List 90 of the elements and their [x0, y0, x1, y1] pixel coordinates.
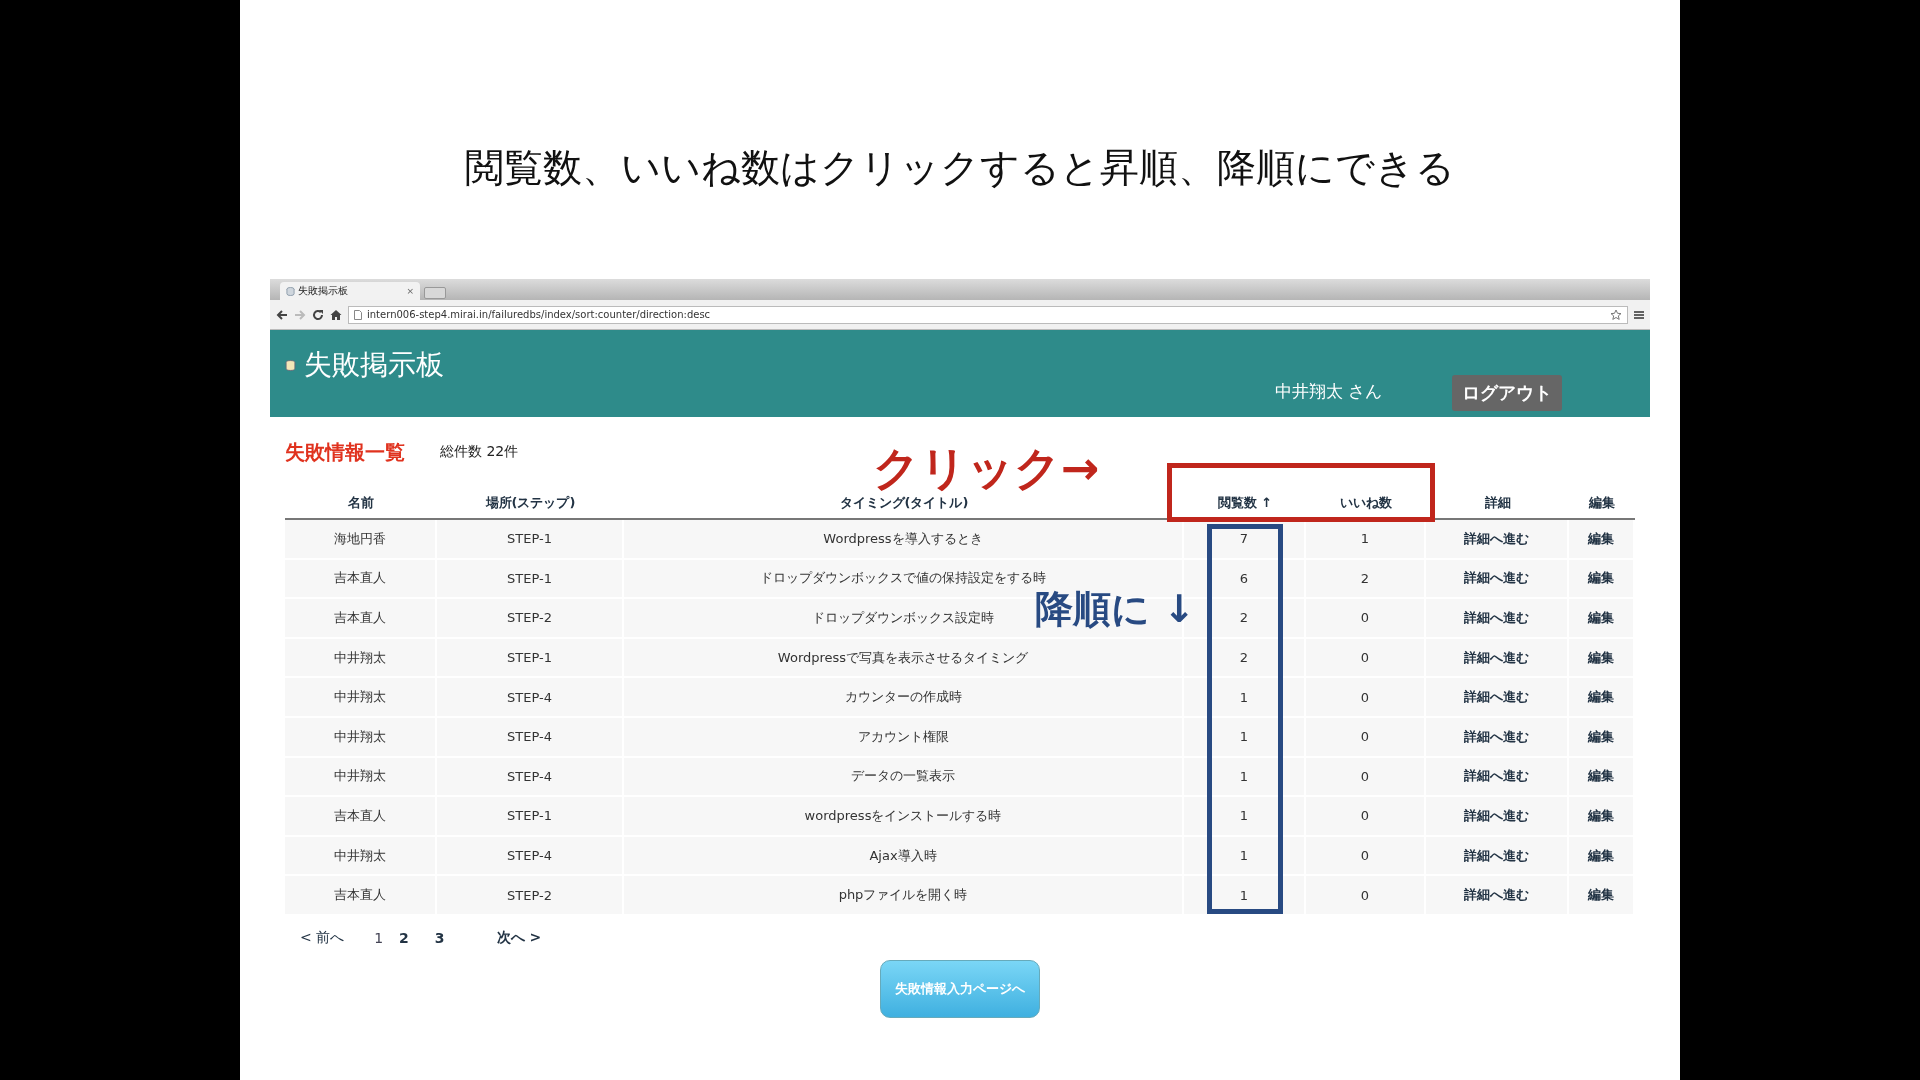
- page-link[interactable]: 2: [399, 929, 409, 946]
- table-cell: 中井翔太: [285, 678, 437, 718]
- page-icon: [354, 309, 362, 320]
- table-cell: STEP-2: [437, 876, 624, 916]
- url-text: intern006-step4.mirai.in/failuredbs/index/sort:counter/direction:desc: [367, 309, 712, 320]
- table-cell: 0: [1306, 836, 1426, 877]
- home-icon[interactable]: [330, 308, 342, 321]
- detail-link[interactable]: 詳細へ進む: [1426, 559, 1569, 600]
- detail-link[interactable]: 詳細へ進む: [1426, 876, 1569, 916]
- table-cell: phpファイルを開く時: [624, 876, 1184, 916]
- table-cell: 0: [1306, 638, 1426, 679]
- tab-close-button[interactable]: ×: [406, 286, 414, 296]
- column-header: 名前: [347, 493, 375, 512]
- table-cell: Wordpressを導入するとき: [624, 520, 1184, 560]
- detail-link[interactable]: 詳細へ進む: [1426, 757, 1569, 798]
- list-heading: 失敗情報一覧: [285, 438, 405, 466]
- table-cell: 0: [1306, 599, 1426, 639]
- detail-link[interactable]: 詳細へ進む: [1426, 638, 1569, 679]
- next-link[interactable]: 次へ >: [496, 928, 542, 947]
- detail-link[interactable]: 詳細へ進む: [1426, 717, 1569, 758]
- column-header: タイミング(タイトル): [838, 493, 970, 512]
- total-count: 総件数 22件: [440, 443, 519, 461]
- table-cell: 1: [1184, 678, 1306, 718]
- table-cell: STEP-4: [437, 757, 624, 798]
- table-cell: Ajax導入時: [624, 836, 1184, 877]
- table-cell: Wordpressで写真を表示させるタイミング: [624, 638, 1184, 679]
- address-field[interactable]: intern006-step4.mirai.in/failuredbs/index/sort:counter/direction:desc: [348, 305, 1628, 324]
- edit-link[interactable]: 編集: [1569, 599, 1635, 639]
- table-cell: 海地円香: [285, 520, 437, 560]
- site-title: 失敗掲示板: [304, 347, 444, 383]
- table-cell: wordpressをインストールする時: [624, 797, 1184, 837]
- edit-link[interactable]: 編集: [1569, 678, 1635, 718]
- click-annotation: クリック→: [873, 440, 1100, 496]
- table-cell: STEP-1: [437, 797, 624, 837]
- table-cell: 中井翔太: [285, 757, 437, 798]
- column-header[interactable]: いいね数: [1306, 487, 1426, 518]
- table-cell: 0: [1306, 717, 1426, 758]
- table-cell: STEP-4: [437, 836, 624, 877]
- prev-link[interactable]: < 前へ: [300, 928, 345, 947]
- detail-link[interactable]: 詳細へ進む: [1426, 520, 1569, 560]
- table-cell: 吉本直人: [285, 559, 437, 600]
- detail-link[interactable]: 詳細へ進む: [1426, 599, 1569, 639]
- reload-icon[interactable]: [312, 308, 324, 321]
- edit-link[interactable]: 編集: [1569, 836, 1635, 877]
- table-cell: カウンターの作成時: [624, 678, 1184, 718]
- back-icon[interactable]: [276, 308, 288, 321]
- table-cell: 1: [1306, 520, 1426, 560]
- column-header: 編集: [1587, 493, 1616, 512]
- table-cell: STEP-4: [437, 678, 624, 718]
- table-cell: 0: [1306, 797, 1426, 837]
- detail-link[interactable]: 詳細へ進む: [1426, 678, 1569, 718]
- logout-button[interactable]: ログアウト: [1452, 375, 1562, 411]
- table-cell: STEP-1: [437, 559, 624, 600]
- table-cell: 中井翔太: [285, 836, 437, 877]
- edit-link[interactable]: 編集: [1569, 757, 1635, 798]
- edit-link[interactable]: 編集: [1569, 520, 1635, 560]
- user-name: 中井翔太 さん: [1274, 380, 1382, 403]
- edit-link[interactable]: 編集: [1569, 876, 1635, 916]
- table-cell: アカウント権限: [624, 717, 1184, 758]
- table-cell: 吉本直人: [285, 599, 437, 639]
- slide-title: 閲覧数、いいね数はクリックすると昇順、降順にできる: [464, 144, 1456, 192]
- column-header: 場所(ステップ): [484, 493, 577, 512]
- table-cell: 0: [1306, 678, 1426, 718]
- edit-link[interactable]: 編集: [1569, 797, 1635, 837]
- page-link[interactable]: 1: [374, 929, 384, 946]
- table-cell: STEP-1: [437, 520, 624, 560]
- table-cell: STEP-4: [437, 717, 624, 758]
- browser-tab[interactable]: 失敗掲示板 ×: [280, 282, 420, 300]
- table-cell: 0: [1306, 876, 1426, 916]
- table-cell: 吉本直人: [285, 876, 437, 916]
- edit-link[interactable]: 編集: [1569, 559, 1635, 600]
- page-link[interactable]: 3: [434, 929, 445, 946]
- table-cell: 中井翔太: [285, 638, 437, 679]
- table-cell: 吉本直人: [285, 797, 437, 837]
- table-cell: STEP-2: [437, 599, 624, 639]
- table-cell: 1: [1184, 797, 1306, 837]
- edit-link[interactable]: 編集: [1569, 717, 1635, 758]
- menu-icon[interactable]: [1634, 309, 1644, 320]
- table-cell: STEP-1: [437, 638, 624, 679]
- detail-link[interactable]: 詳細へ進む: [1426, 836, 1569, 877]
- tab-title: 失敗掲示板: [298, 284, 349, 298]
- table-cell: 2: [1306, 559, 1426, 600]
- star-icon[interactable]: [1610, 308, 1622, 321]
- table-cell: 0: [1306, 757, 1426, 798]
- table-cell: データの一覧表示: [624, 757, 1184, 798]
- edit-link[interactable]: 編集: [1569, 638, 1635, 679]
- table-cell: 中井翔太: [285, 717, 437, 758]
- detail-link[interactable]: 詳細へ進む: [1426, 797, 1569, 837]
- column-header[interactable]: 閲覧数 ↑: [1184, 487, 1306, 518]
- column-header: 詳細: [1483, 493, 1512, 512]
